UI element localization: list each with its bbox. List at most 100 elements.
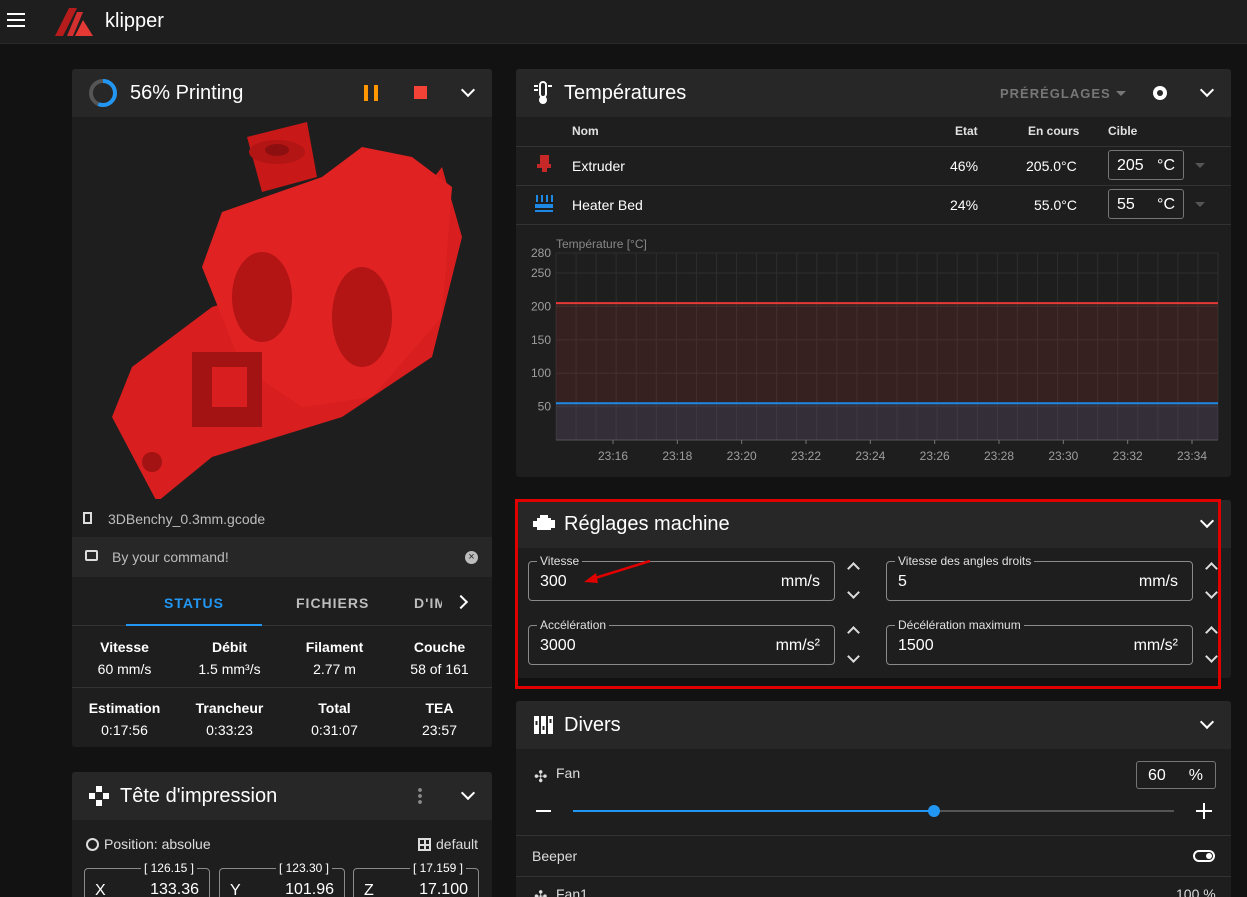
print-status-title: 56% Printing [130,82,244,104]
fan-value: 60 [1148,767,1166,784]
x-tick-label: 23:30 [1048,449,1078,463]
stat-label: Filament [305,639,364,655]
x-tick-label: 23:32 [1113,449,1143,463]
fan-decrease-button[interactable] [536,810,551,812]
toolhead-card: Tête d'impression Position: absolue defa… [72,772,492,897]
x-tick-label: 23:22 [791,449,821,463]
position-y: 101.96 [285,881,334,897]
benchy-thumbnail [112,122,462,502]
collapse-chevron-icon[interactable] [1199,82,1215,98]
target-dropdown-icon[interactable] [1195,202,1205,207]
col-state: Etat [955,124,978,138]
highlight-frame [515,499,1221,689]
bed-target-input[interactable]: 55 °C [1108,189,1184,219]
requested-x: [ 126.15 ] [140,861,197,875]
presets-dropdown-icon[interactable] [1116,91,1126,96]
status-header: 56% Printing [72,69,492,117]
menu-icon[interactable] [7,13,25,27]
mesh-profile[interactable]: default [436,836,478,852]
dismiss-icon[interactable]: × [465,551,478,564]
position-z-field[interactable]: [ 17.159 ] Z 17.100 [353,861,479,897]
x-tick-label: 23:20 [727,449,757,463]
divider [516,876,1231,877]
extruder-icon [537,155,551,173]
axis-z-label: Z [364,882,374,897]
misc-title: Divers [564,714,621,736]
stat-value: 2.77 m [313,661,356,677]
temperature-chart: Température [°C] 50 100 150 200 250 280 23:16 23… [526,229,1221,469]
x-tick-label: 23:18 [662,449,692,463]
x-tick-label: 23:24 [855,449,885,463]
stat-label: Couche [413,639,466,655]
fan1-value: 100 % [1176,886,1216,897]
file-name: 3DBenchy_0.3mm.gcode [108,511,266,527]
heater-current: 205.0°C [1026,158,1077,174]
axis-y-label: Y [230,882,241,897]
stat-label: TEA [425,700,454,716]
annotation-arrow [584,559,651,583]
grid-icon [418,838,431,851]
fan-slider-thumb[interactable] [927,805,940,817]
toolhead-title: Tête d'impression [120,785,278,807]
collapse-chevron-icon[interactable] [460,82,476,98]
collapse-chevron-icon[interactable] [460,785,476,801]
stat-label: Total [318,700,351,716]
col-current: En cours [1028,124,1080,138]
tab-files[interactable]: FICHIERS [296,595,369,611]
fan-value-input[interactable]: 60 % [1136,761,1216,789]
target-unit: °C [1157,196,1175,213]
divider [516,224,1231,225]
fan-increase-button[interactable] [1196,803,1212,819]
y-axis-label: Température [°C] [556,237,647,251]
app-bar: klipper [0,0,1247,44]
pause-button[interactable] [364,85,378,101]
status-card: 56% Printing 3DBenchy_0.3mm.gcode By you… [72,69,492,747]
position-mode: Position: absolue [104,836,211,852]
extruder-target-input[interactable]: 205 °C [1108,150,1184,180]
fan-label: Fan [556,765,581,781]
position-y-field[interactable]: [ 123.30 ] Y 101.96 [219,861,345,897]
file-row: 3DBenchy_0.3mm.gcode [72,499,492,537]
position-x-field[interactable]: [ 126.15 ] X 133.36 [84,861,210,897]
requested-y: [ 123.30 ] [275,861,332,875]
stop-button[interactable] [414,86,427,99]
beeper-toggle[interactable] [1193,850,1215,862]
series-area [556,403,1218,440]
tab-status-label[interactable]: STATUS [164,595,224,611]
requested-z: [ 17.159 ] [409,861,466,875]
fan-slider[interactable] [573,805,1174,817]
tab-history[interactable]: D'IM [414,595,442,611]
target-value: 205 [1117,157,1144,174]
fan-icon: ✣ [534,769,548,786]
stat-label: Trancheur [195,700,264,716]
temperatures-card: Températures PRÉRÉGLAGES Nom Etat En cou… [516,69,1231,477]
sliders-icon [534,716,553,734]
presets-button[interactable]: PRÉRÉGLAGES [1000,86,1111,101]
target-value: 55 [1117,196,1135,213]
target-dropdown-icon[interactable] [1195,163,1205,168]
misc-card: Divers ✣ Fan 60 % Beeper ✣ Fan1 100 % [516,701,1231,897]
position-z: 17.100 [419,881,468,897]
message-icon [85,550,98,561]
y-tick-label: 250 [531,266,551,280]
more-menu-icon[interactable] [418,787,422,805]
divider [516,146,1231,147]
temperatures-header: Températures PRÉRÉGLAGES [516,69,1231,117]
move-arrows-icon [89,786,109,806]
x-tick-label: 23:26 [920,449,950,463]
target-unit: °C [1157,157,1175,174]
fan1-label: Fan1 [556,886,588,897]
collapse-chevron-icon[interactable] [1199,714,1215,730]
fan1-icon: ✣ [534,887,547,897]
stat-value: 60 mm/s [97,661,152,677]
heater-power: 24% [950,197,979,213]
heater-power: 46% [950,158,979,174]
stat-label: Vitesse [100,639,149,655]
gear-icon[interactable] [1153,86,1167,100]
y-tick-label: 100 [531,366,551,380]
y-tick-label: 200 [531,299,551,313]
progress-ring-icon [89,79,117,107]
heater-current: 55.0°C [1034,197,1077,213]
col-target: Cible [1108,124,1138,138]
x-tick-label: 23:16 [598,449,628,463]
